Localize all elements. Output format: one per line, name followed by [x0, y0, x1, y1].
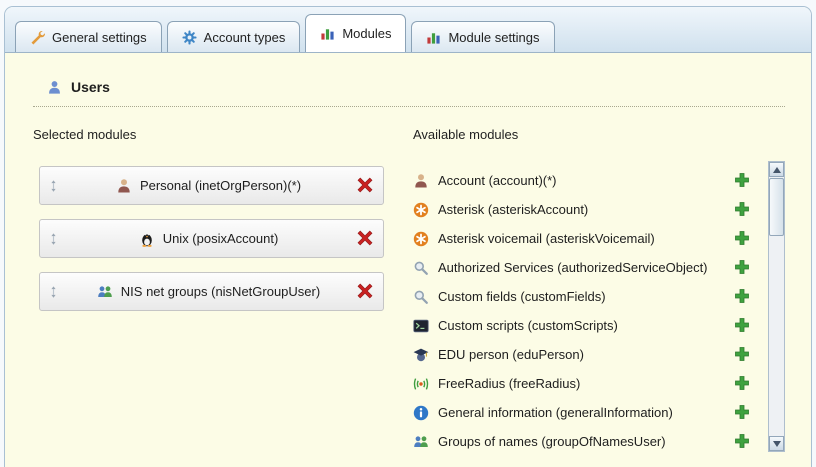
antenna-icon: [413, 376, 429, 392]
plus-icon: [734, 288, 750, 304]
available-module-label: EDU person (eduPerson): [438, 347, 725, 362]
selected-module-label: Unix (posixAccount): [163, 231, 279, 246]
group-icon: [413, 434, 429, 450]
tab-label: General settings: [52, 30, 147, 45]
scrollbar[interactable]: [768, 161, 785, 452]
add-module-button[interactable]: [734, 404, 751, 421]
add-module-button[interactable]: [734, 230, 751, 247]
selected-module-item[interactable]: Unix (posixAccount): [39, 219, 384, 258]
modules-columns: Selected modules Personal (inetOrgPerson…: [33, 127, 785, 456]
magnifier-icon: [413, 289, 429, 305]
available-module-row: Groups of names (groupOfNamesUser): [413, 427, 751, 456]
tools-icon: [30, 30, 45, 45]
available-module-row: Account (account)(*): [413, 166, 751, 195]
available-module-row: Asterisk voicemail (asteriskVoicemail): [413, 224, 751, 253]
penguin-icon: [139, 231, 155, 247]
gear-icon: [182, 30, 197, 45]
tab-label: Module settings: [448, 30, 539, 45]
config-panel: General settings Account types Modules M…: [4, 6, 812, 467]
available-module-row: EDU person (eduPerson): [413, 340, 751, 369]
person-icon: [116, 178, 132, 194]
available-module-row: FreeRadius (freeRadius): [413, 369, 751, 398]
available-module-label: Account (account)(*): [438, 173, 725, 188]
plus-icon: [734, 404, 750, 420]
drag-handle-icon[interactable]: [47, 178, 60, 194]
graduate-icon: [413, 347, 429, 363]
plus-icon: [734, 230, 750, 246]
tab-label: Account types: [204, 30, 286, 45]
modules-content: Users Selected modules Personal (inetOrg…: [5, 53, 811, 456]
available-module-label: FreeRadius (freeRadius): [438, 376, 725, 391]
tab-account-types[interactable]: Account types: [167, 21, 301, 52]
asterisk-icon: [413, 231, 429, 247]
scroll-down-button[interactable]: [769, 436, 784, 451]
selected-module-content: NIS net groups (nisNetGroupUser): [60, 284, 357, 300]
available-module-label: Custom scripts (customScripts): [438, 318, 725, 333]
delete-module-button[interactable]: [357, 177, 374, 194]
drag-handle-icon[interactable]: [47, 284, 60, 300]
selected-module-content: Unix (posixAccount): [60, 231, 357, 247]
asterisk-icon: [413, 202, 429, 218]
plus-icon: [734, 433, 750, 449]
selected-modules-heading: Selected modules: [33, 127, 405, 142]
tab-module-settings[interactable]: Module settings: [411, 21, 554, 52]
delete-icon: [357, 177, 373, 193]
terminal-icon: [413, 318, 429, 334]
available-module-label: Custom fields (customFields): [438, 289, 725, 304]
available-module-row: General information (generalInformation): [413, 398, 751, 427]
chart-icon: [320, 26, 335, 41]
available-module-label: Asterisk voicemail (asteriskVoicemail): [438, 231, 725, 246]
scrollbar-thumb[interactable]: [769, 178, 784, 236]
plus-icon: [734, 201, 750, 217]
plus-icon: [734, 259, 750, 275]
selected-modules-column: Selected modules Personal (inetOrgPerson…: [33, 127, 405, 456]
scroll-up-button[interactable]: [769, 162, 784, 177]
users-section-header: Users: [33, 79, 785, 107]
selected-module-label: NIS net groups (nisNetGroupUser): [121, 284, 320, 299]
available-module-row: Custom scripts (customScripts): [413, 311, 751, 340]
group-icon: [97, 284, 113, 300]
plus-icon: [734, 172, 750, 188]
magnifier-icon: [413, 260, 429, 276]
selected-module-item[interactable]: NIS net groups (nisNetGroupUser): [39, 272, 384, 311]
available-module-row: Custom fields (customFields): [413, 282, 751, 311]
tab-bar: General settings Account types Modules M…: [5, 7, 811, 53]
tab-general-settings[interactable]: General settings: [15, 21, 162, 52]
available-module-label: Asterisk (asteriskAccount): [438, 202, 725, 217]
chart-icon: [426, 30, 441, 45]
available-modules-column: Available modules Account (account)(*) A…: [413, 127, 785, 456]
available-module-label: Authorized Services (authorizedServiceOb…: [438, 260, 725, 275]
available-module-row: Asterisk (asteriskAccount): [413, 195, 751, 224]
tab-label: Modules: [342, 26, 391, 41]
delete-icon: [357, 230, 373, 246]
delete-module-button[interactable]: [357, 230, 374, 247]
add-module-button[interactable]: [734, 259, 751, 276]
person-icon: [413, 173, 429, 189]
selected-module-label: Personal (inetOrgPerson)(*): [140, 178, 301, 193]
add-module-button[interactable]: [734, 288, 751, 305]
selected-module-item[interactable]: Personal (inetOrgPerson)(*): [39, 166, 384, 205]
drag-handle-icon[interactable]: [47, 231, 60, 247]
available-module-row: Authorized Services (authorizedServiceOb…: [413, 253, 751, 282]
add-module-button[interactable]: [734, 172, 751, 189]
plus-icon: [734, 375, 750, 391]
delete-module-button[interactable]: [357, 283, 374, 300]
available-module-label: Groups of names (groupOfNamesUser): [438, 434, 725, 449]
delete-icon: [357, 283, 373, 299]
add-module-button[interactable]: [734, 201, 751, 218]
add-module-button[interactable]: [734, 375, 751, 392]
plus-icon: [734, 317, 750, 333]
info-icon: [413, 405, 429, 421]
tab-modules[interactable]: Modules: [305, 14, 406, 52]
selected-module-content: Personal (inetOrgPerson)(*): [60, 178, 357, 194]
user-icon: [47, 80, 62, 95]
plus-icon: [734, 346, 750, 362]
section-title: Users: [71, 79, 110, 95]
available-module-label: General information (generalInformation): [438, 405, 725, 420]
add-module-button[interactable]: [734, 433, 751, 450]
add-module-button[interactable]: [734, 317, 751, 334]
add-module-button[interactable]: [734, 346, 751, 363]
available-modules-heading: Available modules: [413, 127, 751, 142]
